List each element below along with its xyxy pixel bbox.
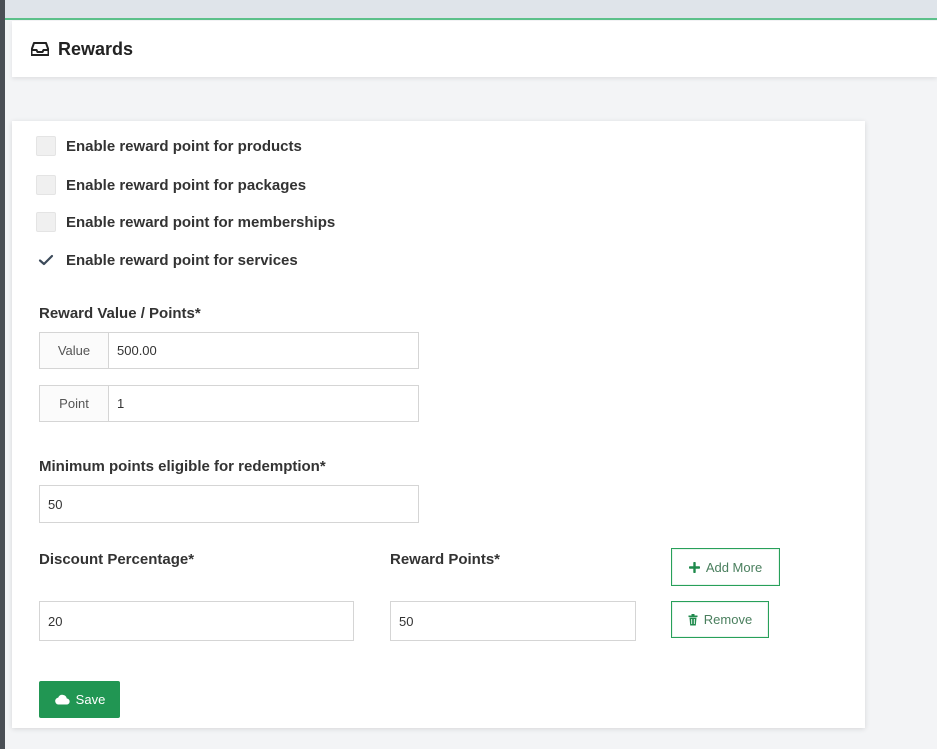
discount-percentage-label: Discount Percentage*	[39, 551, 195, 568]
min-points-input[interactable]	[39, 485, 419, 523]
point-addon: Point	[40, 386, 109, 421]
checkbox-row-packages[interactable]: Enable reward point for packages	[36, 175, 306, 195]
point-input-group: Point	[39, 385, 419, 422]
reward-points-label: Reward Points*	[390, 551, 501, 568]
remove-label: Remove	[703, 612, 753, 627]
add-more-label: Add More	[705, 559, 763, 575]
discount-percentage-input[interactable]	[39, 601, 354, 641]
value-input-group: Value	[39, 332, 419, 369]
top-strip	[5, 0, 937, 20]
checkbox-row-services[interactable]: Enable reward point for services	[36, 250, 298, 270]
trash-icon	[688, 613, 698, 626]
add-more-button[interactable]: Add More	[671, 548, 780, 586]
value-addon: Value	[40, 333, 109, 368]
value-input[interactable]	[109, 333, 418, 368]
save-label: Save	[75, 692, 106, 707]
packages-checkbox-label: Enable reward point for packages	[66, 176, 307, 194]
services-checkbox[interactable]	[36, 250, 56, 270]
packages-checkbox[interactable]	[36, 175, 56, 195]
rewards-settings-card: Enable reward point for products Enable …	[12, 121, 865, 728]
point-input[interactable]	[109, 386, 418, 421]
checkbox-row-memberships[interactable]: Enable reward point for memberships	[36, 212, 335, 232]
min-points-label: Minimum points eligible for redemption*	[39, 458, 326, 475]
reward-points-input[interactable]	[390, 601, 636, 641]
products-checkbox[interactable]	[36, 136, 56, 156]
inbox-icon	[31, 42, 49, 56]
plus-icon	[688, 561, 700, 573]
save-button[interactable]: Save	[39, 681, 120, 718]
checkmark-icon	[38, 254, 54, 266]
left-edge	[0, 0, 5, 749]
reward-value-label: Reward Value / Points*	[39, 305, 201, 322]
checkbox-row-products[interactable]: Enable reward point for products	[36, 136, 302, 156]
memberships-checkbox-label: Enable reward point for memberships	[66, 213, 336, 231]
remove-button[interactable]: Remove	[671, 601, 769, 638]
page-title: Rewards	[58, 38, 134, 59]
memberships-checkbox[interactable]	[36, 212, 56, 232]
cloud-icon	[54, 694, 70, 705]
page-header: Rewards	[12, 21, 937, 77]
products-checkbox-label: Enable reward point for products	[66, 137, 302, 155]
services-checkbox-label: Enable reward point for services	[66, 251, 298, 269]
